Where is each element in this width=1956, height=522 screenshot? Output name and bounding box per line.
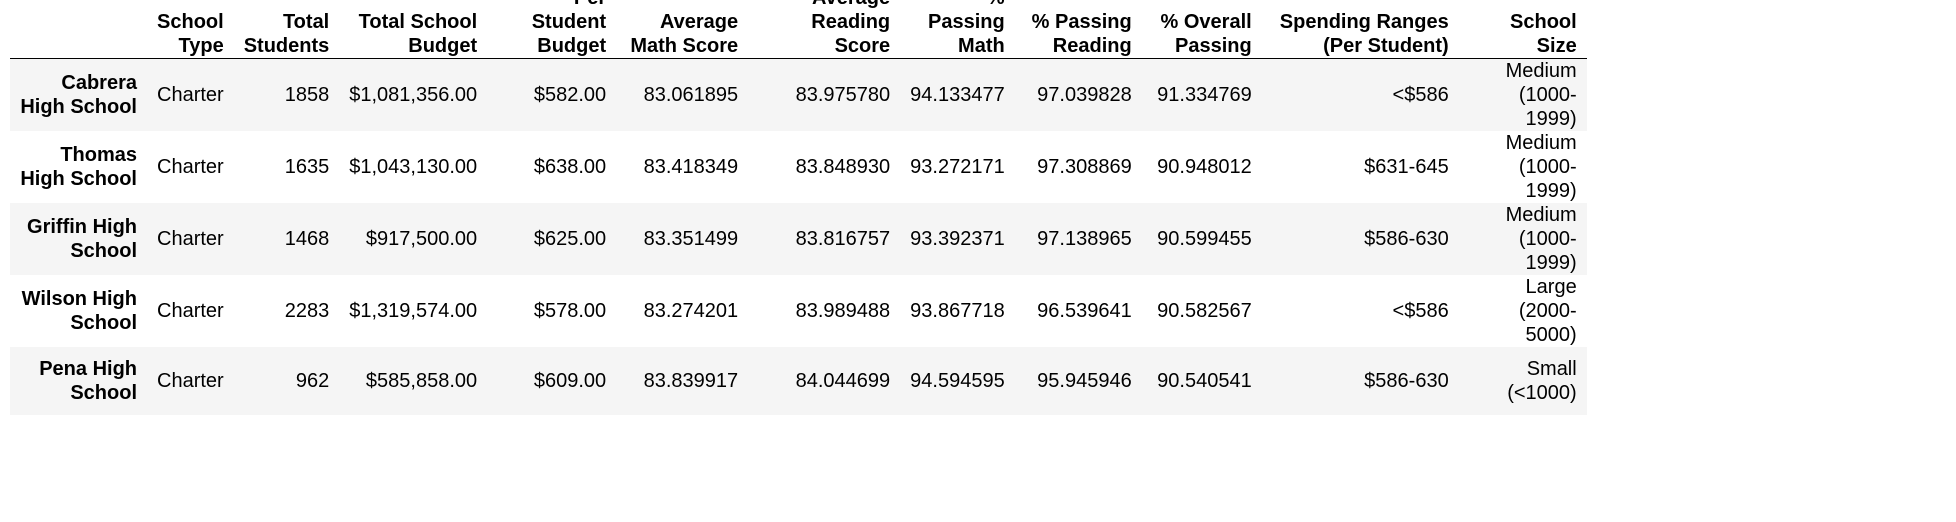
table-body: Cabrera High School Charter 1858 $1,081,356… <box>10 58 1587 415</box>
cell-pct-reading: 97.138965 <box>1037 228 1132 250</box>
cell-avg-math: 83.061895 <box>643 84 739 106</box>
cell-avg-reading: 84.044699 <box>795 369 891 392</box>
cell-school-size: Medium (1000-1999) <box>1505 204 1577 274</box>
row-label-school-name: Wilson High School <box>21 288 137 334</box>
cell-total-budget: $1,081,356.00 <box>349 84 478 106</box>
cell-avg-reading: 83.848930 <box>795 156 891 178</box>
cell-pct-overall: 90.582567 <box>1157 300 1252 322</box>
cell-avg-math: 83.351499 <box>643 228 739 250</box>
cell-pct-math: 93.392371 <box>910 228 1005 250</box>
cell-total-students: 1858 <box>284 84 330 106</box>
cell-spending-range: <$586 <box>1392 84 1449 106</box>
column-header-pct-reading: % Passing Reading <box>1014 0 1142 59</box>
cell-school-size: Medium (1000-1999) <box>1505 60 1577 130</box>
cell-school-size: Large (2000-5000) <box>1518 276 1577 346</box>
cell-pct-math: 93.272171 <box>910 156 1005 178</box>
cell-avg-math: 83.274201 <box>643 300 739 322</box>
cell-total-students: 1635 <box>284 156 330 178</box>
cell-pct-overall: 90.599455 <box>1157 228 1252 250</box>
cell-per-student-budget: $609.00 <box>533 369 607 392</box>
dataframe-output: School Type Total Students Total School Bu… <box>0 0 1956 522</box>
cell-pct-reading: 97.308869 <box>1037 156 1132 178</box>
cell-school-type: Charter <box>157 84 224 106</box>
header-row: School Type Total Students Total School Bu… <box>10 0 1587 59</box>
column-header-pct-overall: % Overall Passing <box>1141 0 1262 59</box>
cell-pct-overall: 90.540541 <box>1157 369 1252 392</box>
column-header-total-budget: Total School Budget <box>339 0 488 59</box>
cell-total-budget: $1,319,574.00 <box>349 300 478 322</box>
cell-school-size: Medium (1000-1999) <box>1505 132 1577 202</box>
cell-total-budget: $585,858.00 <box>365 369 478 392</box>
cell-pct-math: 93.867718 <box>910 300 1005 322</box>
cell-pct-reading: 95.945946 <box>1037 369 1132 392</box>
table-row: Thomas High School Charter 1635 $1,043,130.… <box>10 131 1587 203</box>
cell-spending-range: $586-630 <box>1364 369 1449 392</box>
cell-per-student-budget: $582.00 <box>533 84 607 106</box>
cell-school-size: Small (<1000) <box>1507 357 1577 404</box>
cell-school-type: Charter <box>157 228 224 250</box>
cell-pct-math: 94.133477 <box>910 84 1005 106</box>
cell-pct-reading: 97.039828 <box>1037 84 1132 106</box>
table-row: Cabrera High School Charter 1858 $1,081,356… <box>10 58 1587 131</box>
cell-per-student-budget: $638.00 <box>533 156 607 178</box>
cell-school-type: Charter <box>157 300 224 322</box>
cell-total-students: 2283 <box>284 300 330 322</box>
cell-avg-reading: 83.816757 <box>795 228 891 250</box>
cell-pct-reading: 96.539641 <box>1037 300 1132 322</box>
column-header-spending-range: Spending Ranges (Per Student) <box>1261 0 1459 59</box>
cell-total-students: 1468 <box>284 228 330 250</box>
table-row: Griffin High School Charter 1468 $917,500.0… <box>10 203 1587 275</box>
column-header-per-student-budget: Per Student Budget <box>487 0 617 59</box>
column-header-school-size: School Size <box>1458 0 1587 59</box>
row-label-school-name: Pena High School <box>39 357 137 404</box>
column-header-school-type: School Type <box>147 0 234 59</box>
cell-avg-reading: 83.989488 <box>795 300 891 322</box>
cell-spending-range: $631-645 <box>1364 156 1449 178</box>
cell-avg-reading: 83.975780 <box>795 84 891 106</box>
cell-school-type: Charter <box>157 156 224 178</box>
cell-avg-math: 83.418349 <box>643 156 739 178</box>
row-label-school-name: Griffin High School <box>27 216 137 262</box>
table-row: Pena High School Charter 962 $585,858.00 $60… <box>10 347 1587 415</box>
row-label-school-name: Thomas High School <box>20 144 137 190</box>
cell-per-student-budget: $578.00 <box>533 300 607 322</box>
school-summary-table: School Type Total Students Total School Bu… <box>10 0 1587 415</box>
cell-spending-range: $586-630 <box>1364 228 1449 250</box>
cell-total-budget: $917,500.00 <box>365 228 478 250</box>
column-header-avg-math: Average Math Score <box>616 0 749 59</box>
column-header-avg-reading: Average Reading Score <box>748 0 901 59</box>
cell-school-type: Charter <box>157 369 224 392</box>
table-row: Wilson High School Charter 2283 $1,319,574.… <box>10 275 1587 347</box>
row-label-school-name: Cabrera High School <box>20 72 137 118</box>
cell-avg-math: 83.839917 <box>643 369 739 392</box>
cell-per-student-budget: $625.00 <box>533 228 607 250</box>
column-header-total-students: Total Students <box>233 0 340 59</box>
cell-spending-range: <$586 <box>1392 300 1449 322</box>
cell-total-budget: $1,043,130.00 <box>349 156 478 178</box>
cell-total-students: 962 <box>295 369 330 392</box>
cell-pct-math: 94.594595 <box>910 369 1005 392</box>
column-header-pct-math: % Passing Math <box>900 0 1015 59</box>
cell-pct-overall: 91.334769 <box>1157 84 1252 106</box>
table-header: School Type Total Students Total School Bu… <box>10 0 1587 59</box>
column-header-name <box>10 0 147 59</box>
cell-pct-overall: 90.948012 <box>1157 156 1252 178</box>
